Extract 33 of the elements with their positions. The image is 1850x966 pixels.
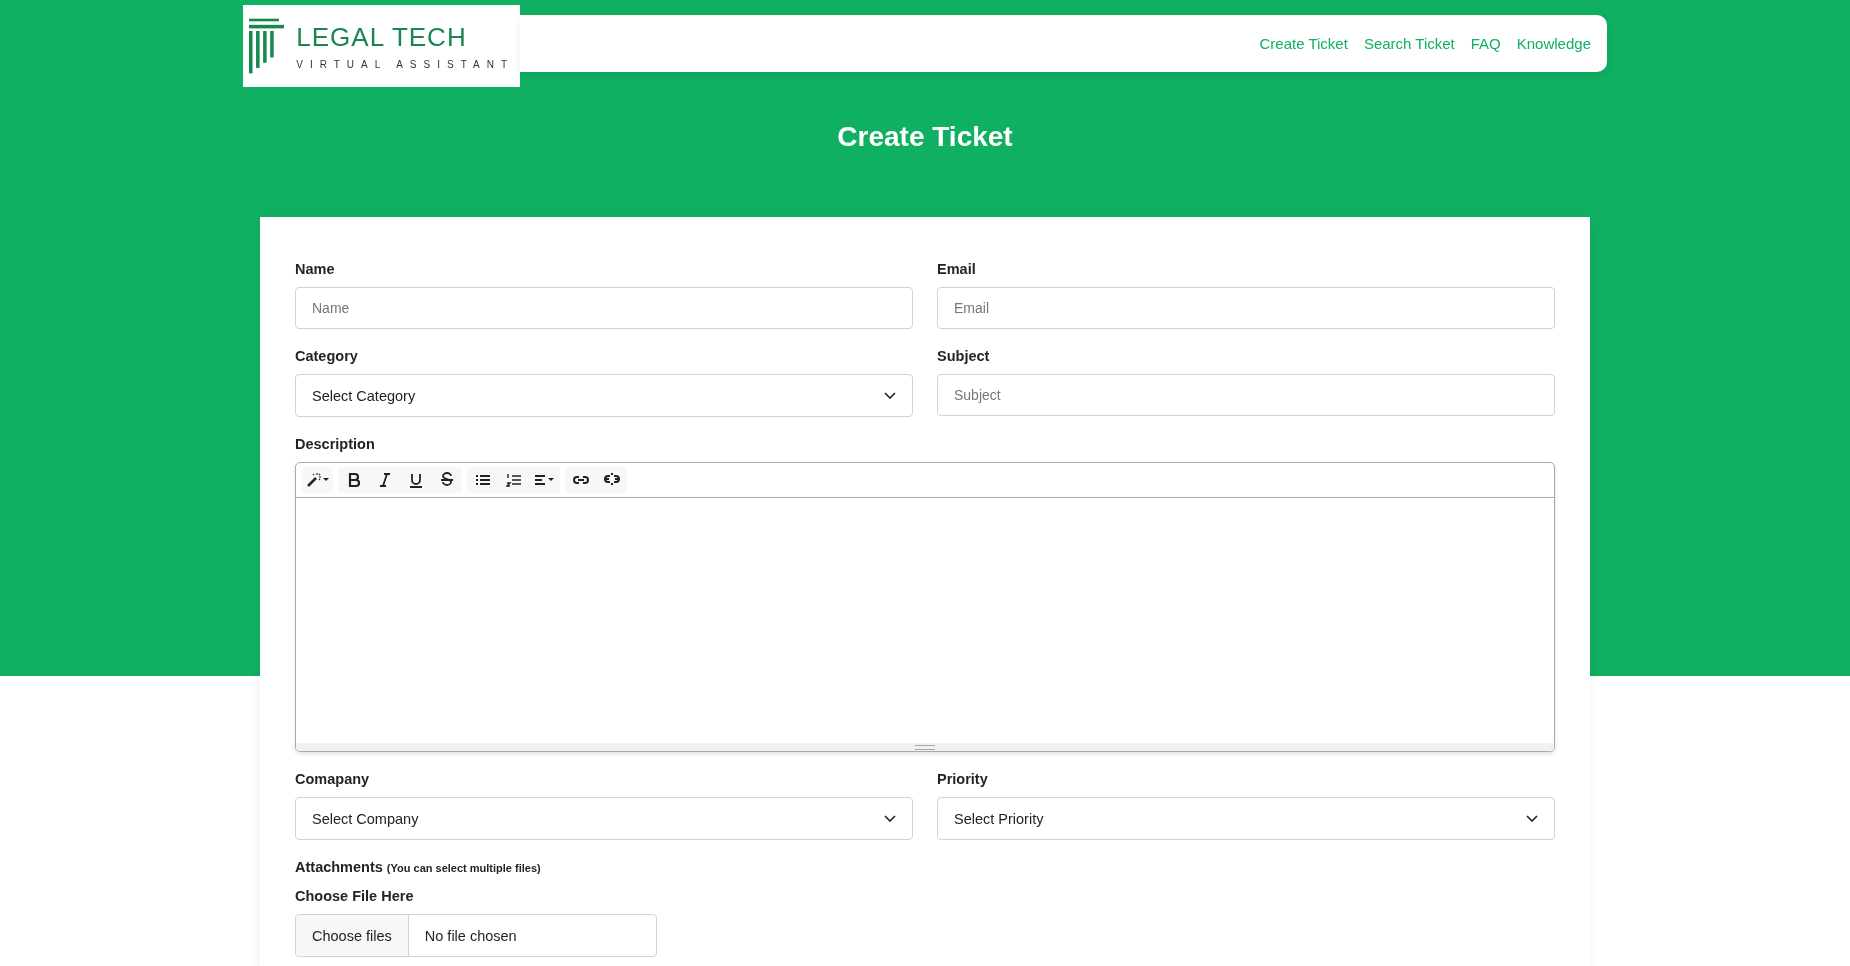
field-label: Category (295, 348, 359, 364)
resize-handle[interactable] (915, 744, 935, 750)
field-label: Comapany (295, 771, 371, 787)
field-label: Email (937, 261, 977, 277)
text-field[interactable]: Subject (937, 374, 1555, 416)
select-field[interactable]: Select Company (295, 797, 913, 840)
magic-wand-icon (305, 472, 330, 488)
logo-title: LEGAL TECH (296, 22, 468, 53)
field-label: Name (295, 261, 336, 277)
file-status: No file chosen (423, 926, 518, 946)
field-label: Subject (937, 348, 991, 364)
field-label: Description (295, 436, 376, 452)
unlink-icon (603, 472, 620, 488)
logo[interactable]: LEGAL TECH VIRTUAL ASSISTANT (243, 5, 520, 87)
strikethrough-icon (438, 472, 455, 488)
underline-icon (407, 472, 424, 488)
select-field[interactable]: Select Category (295, 374, 913, 417)
chevron-down-icon (1526, 815, 1538, 822)
file-input[interactable]: Choose files No file chosen (295, 914, 657, 957)
field-label: Choose File Here (295, 888, 415, 904)
choose-files-button[interactable]: Choose files (296, 915, 409, 956)
chevron-down-icon (884, 815, 896, 822)
chevron-down-icon (884, 392, 896, 399)
logo-subtitle: VIRTUAL ASSISTANT (296, 59, 514, 70)
attachments-label: Attachments (You can select multiple files) (295, 859, 542, 875)
align-icon (533, 472, 556, 488)
text-field[interactable]: Email (937, 287, 1555, 329)
text-field[interactable]: Name (295, 287, 913, 329)
page-title: Create Ticket (836, 121, 1014, 154)
numbered-list-icon (505, 472, 522, 488)
field-label: Priority (937, 771, 989, 787)
select-field[interactable]: Select Priority (937, 797, 1555, 840)
bullet-list-icon (474, 472, 491, 488)
